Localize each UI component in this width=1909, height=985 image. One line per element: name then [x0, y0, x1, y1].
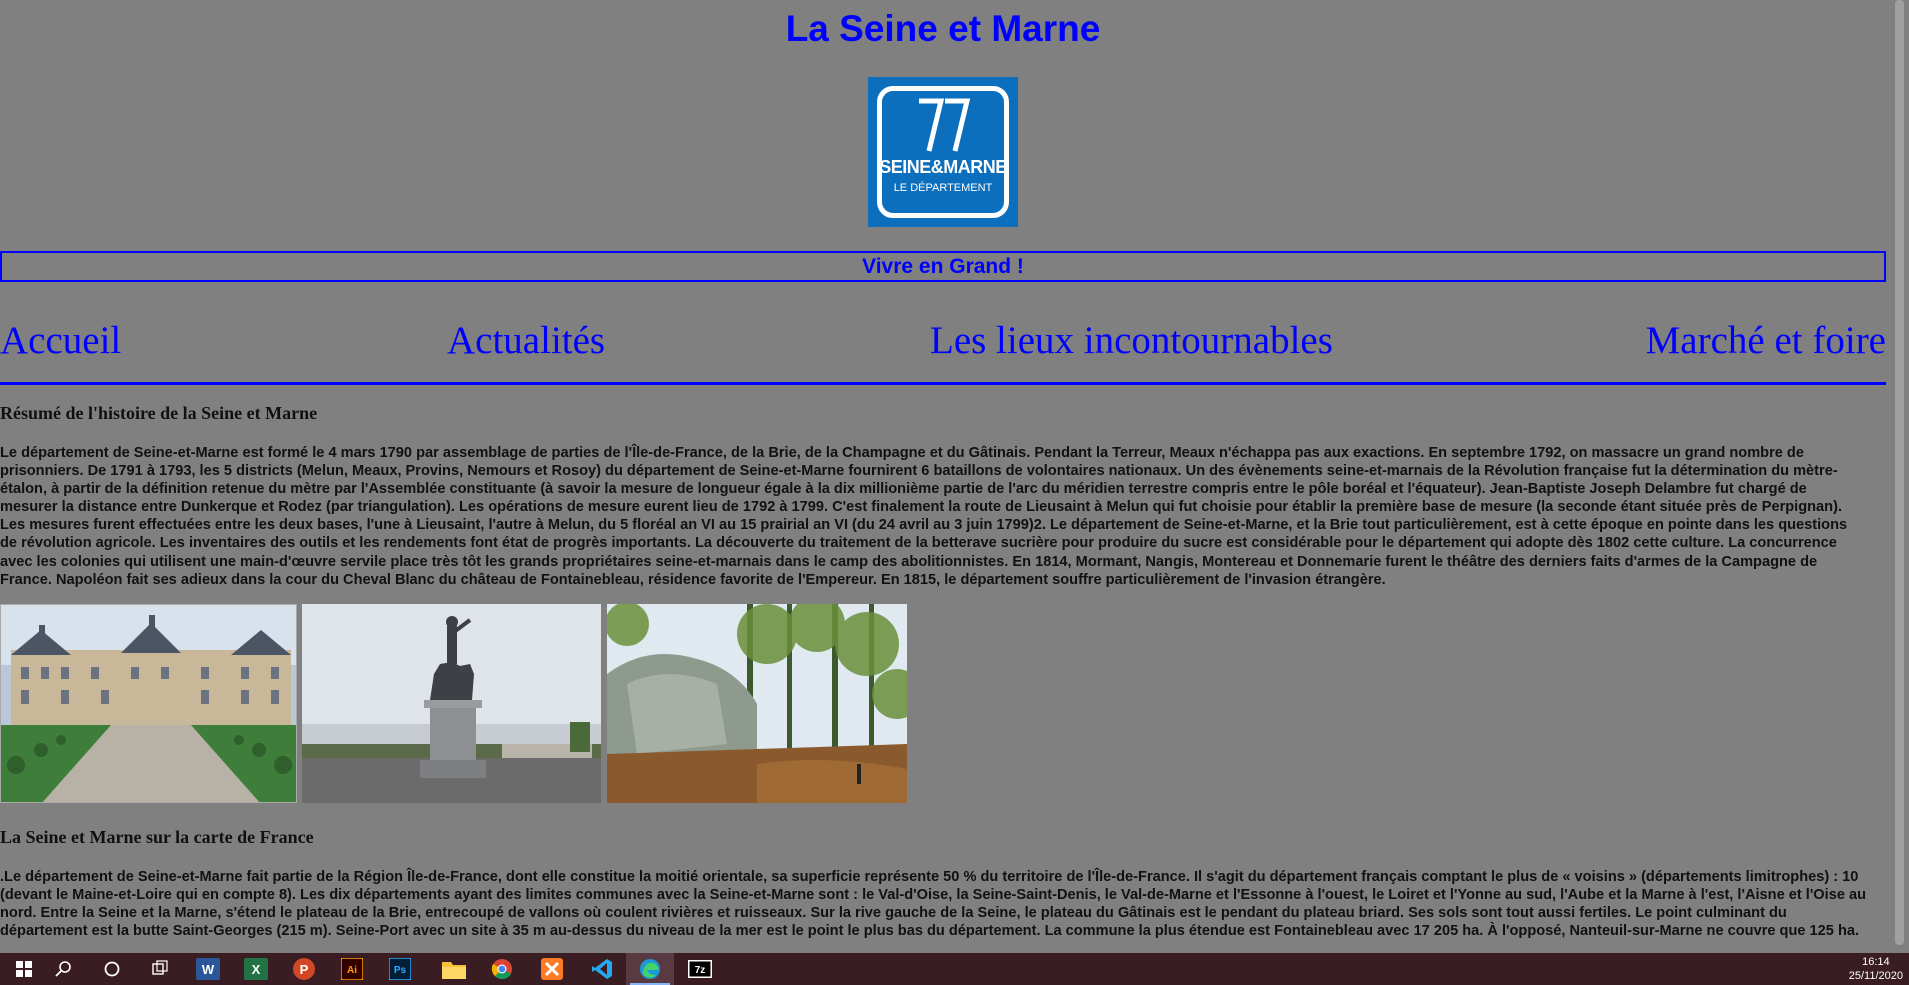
nav-link-marche-et-foire[interactable]: Marché et foire	[1646, 318, 1886, 363]
nav-link-accueil[interactable]: Accueil	[0, 318, 121, 363]
section-text-carte: .Le département de Seine-et-Marne fait p…	[0, 869, 1867, 940]
nav-divider	[0, 382, 1886, 385]
page-title: La Seine et Marne	[785, 8, 1101, 49]
svg-text:Ps: Ps	[394, 965, 407, 976]
7zip-icon[interactable]: 7z	[676, 953, 724, 985]
scrollbar-thumb[interactable]	[1895, 0, 1904, 945]
seine-et-marne-logo: SEINE&MARNE LE DÉPARTEMENT	[868, 77, 1018, 227]
nav-link-lieux-incontournables[interactable]: Les lieux incontournables	[930, 318, 1333, 363]
vscode-icon[interactable]	[578, 953, 626, 985]
file-explorer-icon[interactable]	[430, 953, 478, 985]
logo-text-subtitle: LE DÉPARTEMENT	[893, 182, 993, 194]
edge-icon[interactable]	[626, 953, 674, 985]
clock-time: 16:14	[1862, 956, 1890, 968]
xampp-icon[interactable]	[528, 953, 576, 985]
nav-link-actualites[interactable]: Actualités	[447, 318, 605, 363]
logo-text-name: SEINE&MARNE	[879, 157, 1007, 177]
logo-77-mark	[919, 98, 971, 152]
task-view-icon[interactable]	[136, 953, 184, 985]
section-heading-histoire: Résumé de l'histoire de la Seine et Marn…	[0, 403, 318, 423]
windows-taskbar: W X P Ai Ps 7z 16:14 25/11/2020	[0, 953, 1909, 985]
word-icon[interactable]: W	[184, 953, 232, 985]
illustrator-icon[interactable]: Ai	[328, 953, 376, 985]
photo-chateau-fontainebleau	[0, 604, 297, 803]
svg-text:Ai: Ai	[347, 965, 357, 976]
clock-date: 25/11/2020	[1848, 970, 1903, 982]
photo-foret-rochers	[607, 604, 907, 803]
main-nav: Accueil Actualités Les lieux incontourna…	[0, 318, 1886, 368]
web-page: La Seine et Marne SEINE&MARNE LE DÉPARTE…	[0, 0, 1886, 953]
slogan-banner: Vivre en Grand !	[0, 251, 1886, 282]
svg-text:7z: 7z	[695, 965, 706, 976]
chrome-icon[interactable]	[478, 953, 526, 985]
system-clock[interactable]: 16:14 25/11/2020	[1849, 955, 1903, 983]
cortana-icon[interactable]	[88, 953, 136, 985]
powerpoint-icon[interactable]: P	[280, 953, 328, 985]
svg-text:W: W	[202, 962, 215, 977]
photo-statue-napoleon	[302, 604, 601, 803]
section-text-histoire: Le département de Seine-et-Marne est for…	[0, 445, 1848, 588]
search-icon[interactable]	[40, 953, 88, 985]
section-heading-carte: La Seine et Marne sur la carte de France	[0, 827, 314, 847]
svg-text:X: X	[252, 962, 261, 977]
photoshop-icon[interactable]: Ps	[376, 953, 424, 985]
svg-text:P: P	[300, 962, 309, 977]
excel-icon[interactable]: X	[232, 953, 280, 985]
